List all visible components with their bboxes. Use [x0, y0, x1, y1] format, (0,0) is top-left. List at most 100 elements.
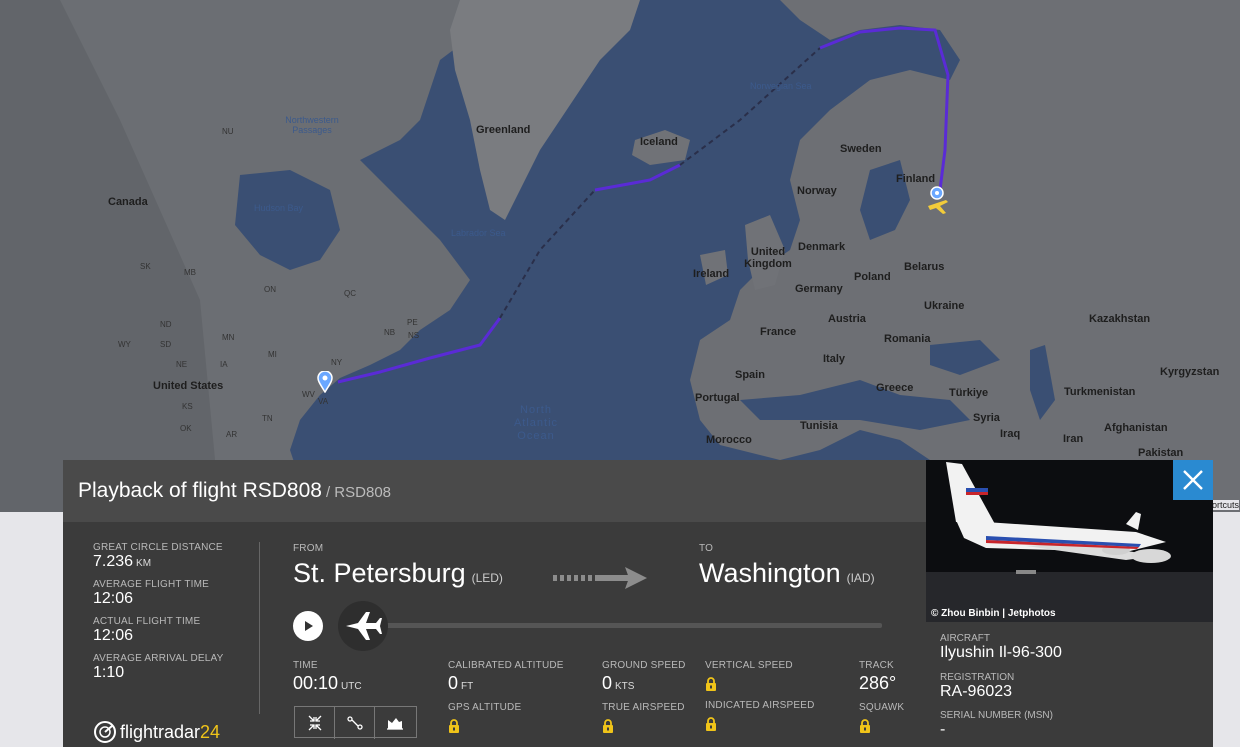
- stat-great-circle-distance: GREAT CIRCLE DISTANCE 7.236 KM: [93, 542, 253, 571]
- to-city[interactable]: Washington: [699, 558, 841, 588]
- play-icon: [305, 621, 313, 631]
- flight-stats: GREAT CIRCLE DISTANCE 7.236 KM AVERAGE FL…: [93, 542, 253, 682]
- aircraft-info-pane: © Zhou Binbin | Jetphotos AIRCRAFT Ilyus…: [926, 460, 1213, 747]
- map-label-on: ON: [264, 285, 276, 294]
- divider: [259, 542, 260, 714]
- map-label-ia: IA: [220, 360, 228, 369]
- flightradar24-logo[interactable]: flightradar 24: [93, 718, 220, 746]
- registration-value[interactable]: RA-96023: [940, 683, 1062, 701]
- lock-icon: [603, 719, 613, 733]
- page-title: Playback of flight RSD808/ RSD808: [78, 479, 391, 503]
- route-view-button[interactable]: [335, 707, 375, 739]
- playback-scrubber[interactable]: [338, 601, 388, 651]
- from-city[interactable]: St. Petersburg: [293, 558, 466, 588]
- map-label-spain: Spain: [735, 369, 765, 381]
- serial-number-label: SERIAL NUMBER (MSN): [940, 710, 1053, 721]
- stat-label: AVERAGE FLIGHT TIME: [93, 579, 210, 590]
- route-destination: TO Washington (IAD): [699, 543, 875, 589]
- map-label-poland: Poland: [854, 271, 891, 283]
- map-label-tn: TN: [262, 414, 273, 423]
- aircraft-photo[interactable]: © Zhou Binbin | Jetphotos: [926, 460, 1213, 622]
- from-airport-code[interactable]: (LED): [472, 571, 503, 585]
- map-label-afghanistan: Afghanistan: [1104, 422, 1168, 434]
- collapse-arrows-icon: [308, 715, 322, 731]
- stat-value: 7.236: [93, 553, 134, 570]
- time-label: TIME: [293, 660, 318, 671]
- track-value: 286°: [859, 673, 897, 693]
- map-label-northwestern-passages: Northwestern Passages: [285, 115, 339, 135]
- graph-icon: [387, 718, 403, 730]
- lock-icon: [706, 717, 716, 731]
- map-label-finland: Finland: [896, 173, 936, 185]
- destination-pin-icon[interactable]: [317, 370, 333, 394]
- map-label-nu: NU: [222, 127, 234, 136]
- view-toolbar: [294, 706, 417, 739]
- map-label-pe: PE: [407, 318, 418, 327]
- map-label-sk: SK: [140, 262, 151, 271]
- map-label-mn: MN: [222, 333, 235, 342]
- radar-logo-icon: [94, 721, 116, 743]
- map-label-sd: SD: [160, 340, 172, 349]
- fit-view-button[interactable]: [295, 707, 335, 739]
- aircraft-position-icon[interactable]: [924, 186, 952, 216]
- logo-text: flightradar: [120, 721, 201, 742]
- ground-speed-block: GROUND SPEED 0 KTS TRUE AIRSPEED: [602, 660, 686, 738]
- time-block: TIME 00:10 UTC: [293, 660, 362, 694]
- map-label-wy: WY: [118, 340, 131, 349]
- logo-number: 24: [200, 721, 221, 742]
- map-label-greenland: Greenland: [476, 124, 531, 136]
- map-label-turkmenistan: Turkmenistan: [1064, 386, 1136, 398]
- map-label-portugal: Portugal: [695, 392, 740, 404]
- map-label-canada: Canada: [108, 196, 148, 208]
- map-label-norway: Norway: [797, 185, 837, 197]
- stat-value: 12:06: [93, 590, 134, 607]
- map-label-ks: KS: [182, 402, 193, 411]
- map-label-iran: Iran: [1063, 433, 1084, 445]
- lock-icon: [449, 719, 459, 733]
- playback-timeline[interactable]: [363, 623, 882, 628]
- aircraft-label: AIRCRAFT: [940, 633, 990, 644]
- calibrated-altitude-value: 0: [448, 673, 459, 693]
- playback-panel: Playback of flight RSD808/ RSD808 GREAT …: [63, 460, 926, 747]
- registration-label: REGISTRATION: [940, 672, 1015, 683]
- flight-map[interactable]: Greenland Iceland Norwegian Sea Northwes…: [0, 0, 1240, 512]
- map-label-greece: Greece: [876, 382, 914, 394]
- ground-speed-label: GROUND SPEED: [602, 660, 686, 671]
- to-airport-code[interactable]: (IAD): [847, 571, 875, 585]
- ground-speed-unit: KTS: [615, 681, 635, 692]
- stat-average-arrival-delay: AVERAGE ARRIVAL DELAY 1:10: [93, 653, 253, 682]
- close-button[interactable]: [1173, 460, 1213, 500]
- ground-speed-value: 0: [602, 673, 613, 693]
- from-label: FROM: [293, 543, 324, 554]
- flight-title: Playback of flight RSD808: [78, 479, 322, 502]
- calibrated-altitude-unit: FT: [461, 681, 474, 692]
- stat-value: 12:06: [93, 627, 134, 644]
- stat-label: AVERAGE ARRIVAL DELAY: [93, 653, 224, 664]
- close-icon: [1183, 470, 1203, 490]
- map-label-ny: NY: [331, 358, 343, 367]
- lock-icon: [706, 677, 716, 691]
- map-label-kazakhstan: Kazakhstan: [1089, 313, 1151, 325]
- play-button[interactable]: [293, 611, 323, 641]
- time-unit: UTC: [341, 681, 362, 692]
- map-label-germany: Germany: [795, 283, 843, 295]
- map-label-nb: NB: [384, 328, 396, 337]
- stat-label: GREAT CIRCLE DISTANCE: [93, 542, 223, 553]
- gps-altitude-label: GPS ALTITUDE: [448, 702, 522, 713]
- graph-view-button[interactable]: [375, 707, 415, 739]
- calibrated-altitude-label: CALIBRATED ALTITUDE: [448, 660, 564, 671]
- map-label-labrador-sea: Labrador Sea: [451, 228, 506, 238]
- serial-number-value: -: [940, 721, 946, 738]
- map-label-mb: MB: [184, 268, 196, 277]
- panel-header: Playback of flight RSD808/ RSD808: [63, 460, 926, 522]
- map-label-denmark: Denmark: [798, 241, 846, 253]
- vertical-speed-label: VERTICAL SPEED: [705, 660, 793, 671]
- keyboard-shortcuts-link[interactable]: ortcuts: [1212, 500, 1240, 510]
- route-origin: FROM St. Petersburg (LED): [293, 543, 503, 589]
- true-airspeed-label: TRUE AIRSPEED: [602, 702, 685, 713]
- squawk-label: SQUAWK: [859, 702, 905, 713]
- route-icon: [347, 716, 363, 730]
- photo-credit[interactable]: © Zhou Binbin | Jetphotos: [931, 608, 1056, 619]
- flight-callsign: / RSD808: [325, 484, 392, 501]
- map-label-sweden: Sweden: [840, 143, 882, 155]
